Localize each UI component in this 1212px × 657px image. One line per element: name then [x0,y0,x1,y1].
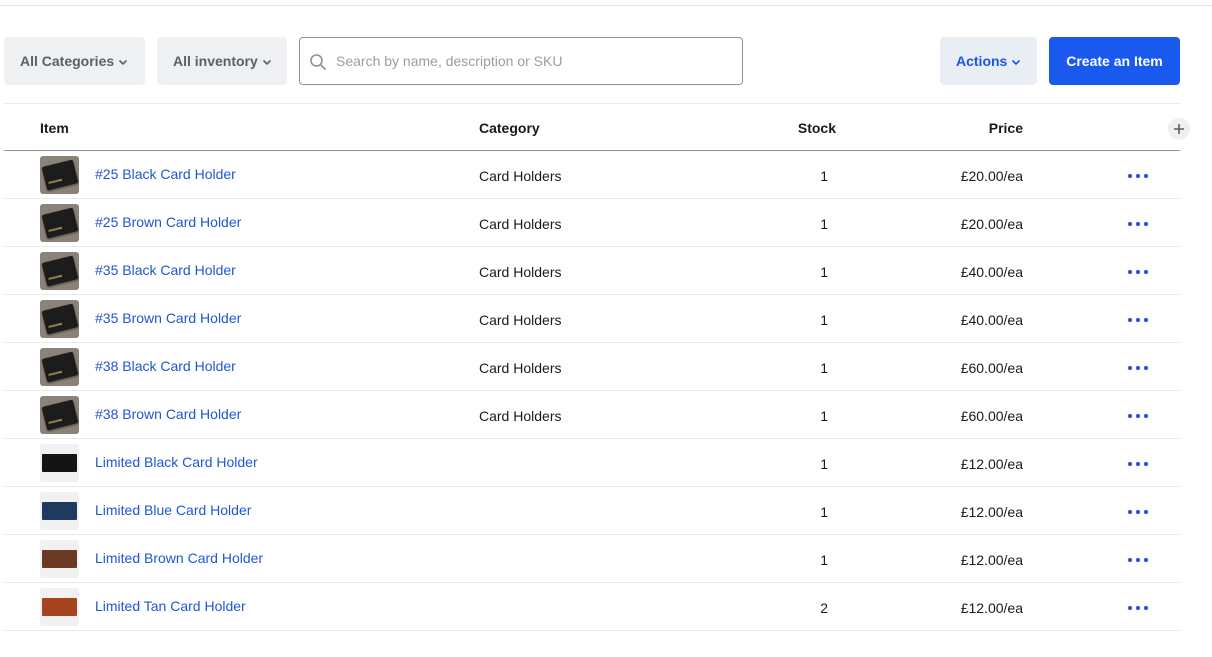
item-thumbnail [40,156,79,194]
item-thumbnail [40,300,79,338]
item-category: Card Holders [479,216,562,232]
item-thumbnail [40,252,79,290]
item-stock: 1 [820,216,828,232]
item-stock: 1 [820,456,828,472]
items-table: Item Category Stock Price #25 Black Card… [4,103,1190,631]
card-holder-image [42,598,77,616]
more-horizontal-icon[interactable] [1126,267,1150,277]
item-price: £12.00/ea [960,456,1023,472]
item-stock: 1 [820,360,828,376]
card-holder-image [42,550,77,568]
item-category: Card Holders [479,312,562,328]
item-price: £12.00/ea [960,600,1023,616]
item-thumbnail [40,348,79,386]
item-price: £60.00/ea [960,360,1023,376]
item-name-link[interactable]: #38 Brown Card Holder [95,406,241,422]
chevron-down-icon [262,59,271,65]
item-category: Card Holders [479,168,562,184]
create-item-label: Create an Item [1066,53,1163,69]
column-header-stock[interactable]: Stock [764,120,836,136]
table-row[interactable]: Limited Tan Card Holder 2 £12.00/ea [4,583,1180,631]
item-thumbnail [40,492,79,530]
item-stock: 1 [820,408,828,424]
item-price: £40.00/ea [960,312,1023,328]
more-horizontal-icon[interactable] [1126,507,1150,517]
inventory-filter-dropdown[interactable]: All inventory [157,37,287,85]
actions-label: Actions [956,53,1008,69]
item-price: £12.00/ea [960,552,1023,568]
chevron-down-icon [1012,59,1021,65]
table-row[interactable]: #38 Black Card Holder Card Holders 1 £60… [4,343,1180,391]
card-holder-image [42,502,77,520]
more-horizontal-icon[interactable] [1126,171,1150,181]
table-row[interactable]: #25 Black Card Holder Card Holders 1 £20… [4,151,1180,199]
column-header-item[interactable]: Item [40,120,69,136]
item-stock: 1 [820,168,828,184]
item-name-link[interactable]: #25 Black Card Holder [95,166,236,182]
item-name-link[interactable]: Limited Tan Card Holder [95,598,246,614]
table-row[interactable]: #35 Black Card Holder Card Holders 1 £40… [4,247,1180,295]
table-body: #25 Black Card Holder Card Holders 1 £20… [4,151,1180,631]
item-price: £40.00/ea [960,264,1023,280]
card-holder-image [42,454,77,472]
item-name-link[interactable]: #38 Black Card Holder [95,358,236,374]
more-horizontal-icon[interactable] [1126,555,1150,565]
category-filter-dropdown[interactable]: All Categories [4,37,145,85]
table-row[interactable]: #38 Brown Card Holder Card Holders 1 £60… [4,391,1180,439]
item-thumbnail [40,444,79,482]
item-name-link[interactable]: #35 Black Card Holder [95,262,236,278]
item-name-link[interactable]: #35 Brown Card Holder [95,310,241,326]
more-horizontal-icon[interactable] [1126,363,1150,373]
chevron-down-icon [119,59,128,65]
actions-dropdown-button[interactable]: Actions [940,37,1037,85]
item-name-link[interactable]: #25 Brown Card Holder [95,214,241,230]
table-row[interactable]: Limited Blue Card Holder 1 £12.00/ea [4,487,1180,535]
item-stock: 1 [820,264,828,280]
more-horizontal-icon[interactable] [1126,459,1150,469]
item-price: £12.00/ea [960,504,1023,520]
add-column-button[interactable] [1168,118,1190,140]
plus-icon [1174,124,1184,134]
item-price: £20.00/ea [960,168,1023,184]
more-horizontal-icon[interactable] [1126,603,1150,613]
table-row[interactable]: #25 Brown Card Holder Card Holders 1 £20… [4,199,1180,247]
item-stock: 1 [820,504,828,520]
search-icon [310,54,326,70]
table-header: Item Category Stock Price [4,103,1190,151]
create-item-button[interactable]: Create an Item [1049,37,1180,85]
table-row[interactable]: Limited Black Card Holder 1 £12.00/ea [4,439,1180,487]
column-header-category[interactable]: Category [479,120,540,136]
item-name-link[interactable]: Limited Black Card Holder [95,454,258,470]
item-price: £60.00/ea [960,408,1023,424]
item-stock: 2 [820,600,828,616]
table-row[interactable]: #35 Brown Card Holder Card Holders 1 £40… [4,295,1180,343]
item-name-link[interactable]: Limited Blue Card Holder [95,502,251,518]
item-price: £20.00/ea [960,216,1023,232]
top-divider [0,5,1212,6]
category-filter-label: All Categories [20,53,115,69]
table-row[interactable]: Limited Brown Card Holder 1 £12.00/ea [4,535,1180,583]
search-box [299,37,743,85]
more-horizontal-icon[interactable] [1126,411,1150,421]
item-category: Card Holders [479,360,562,376]
more-horizontal-icon[interactable] [1126,315,1150,325]
item-thumbnail [40,588,79,626]
column-header-price[interactable]: Price [904,120,1023,136]
item-category: Card Holders [479,408,562,424]
item-name-link[interactable]: Limited Brown Card Holder [95,550,263,566]
item-category: Card Holders [479,264,562,280]
item-stock: 1 [820,312,828,328]
search-input[interactable] [336,39,736,83]
more-horizontal-icon[interactable] [1126,219,1150,229]
item-thumbnail [40,540,79,578]
inventory-filter-label: All inventory [173,53,258,69]
item-stock: 1 [820,552,828,568]
item-thumbnail [40,396,79,434]
toolbar: All Categories All inventory Actions Cre… [4,37,1180,85]
item-thumbnail [40,204,79,242]
